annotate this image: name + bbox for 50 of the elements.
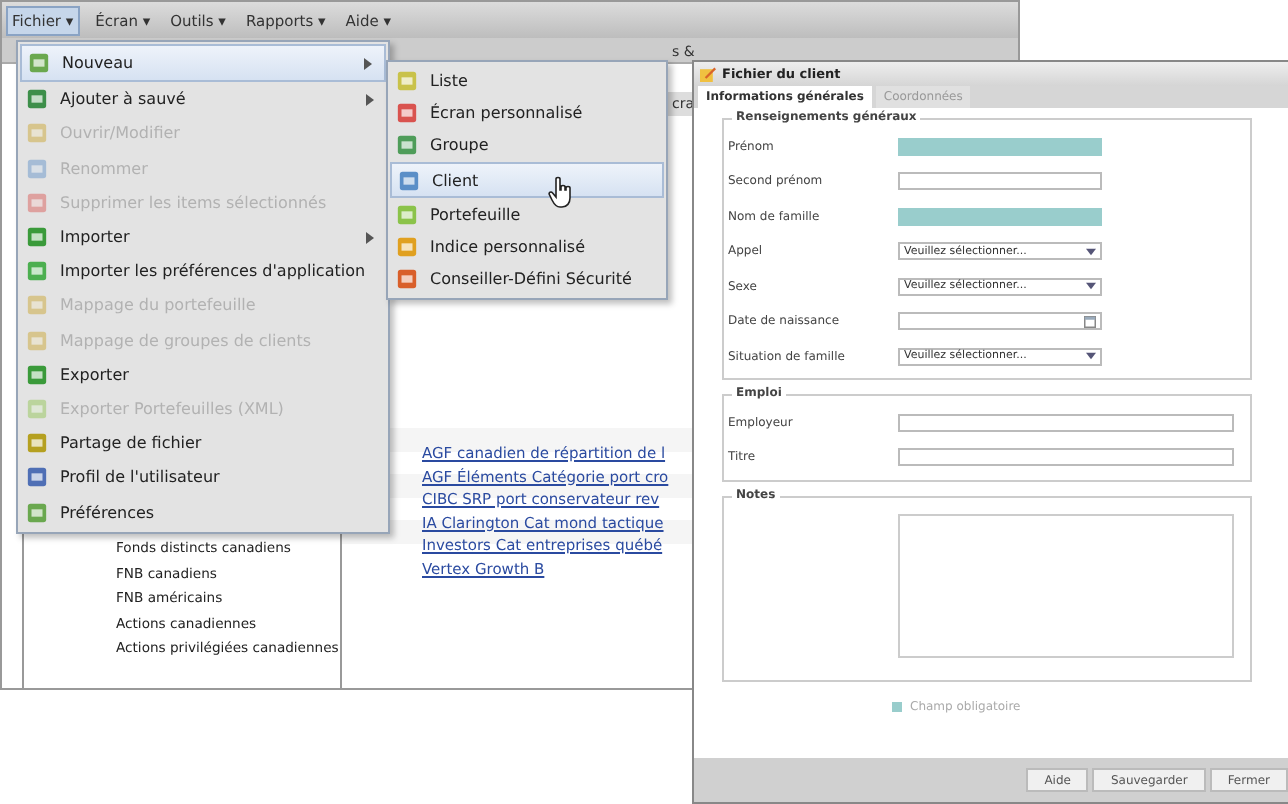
document-icon bbox=[26, 363, 48, 386]
menu-item[interactable]: Client bbox=[390, 161, 664, 199]
document-icon bbox=[26, 157, 48, 180]
caret-icon bbox=[1086, 247, 1096, 255]
menu-item[interactable]: Groupe bbox=[390, 129, 664, 162]
document-icon bbox=[26, 432, 48, 455]
document-icon bbox=[26, 88, 48, 111]
menu-item[interactable]: Liste bbox=[390, 64, 664, 97]
document-icon bbox=[396, 134, 418, 157]
input-field[interactable] bbox=[898, 413, 1234, 431]
document-icon bbox=[398, 169, 420, 192]
menu-item[interactable]: Conseiller-Défini Sécurité bbox=[390, 263, 664, 297]
hand-cursor-icon bbox=[548, 176, 572, 208]
document-icon bbox=[396, 236, 418, 259]
document-icon bbox=[26, 294, 48, 317]
menu-item[interactable]: Importer bbox=[20, 219, 386, 255]
menu-item[interactable]: Préférences bbox=[20, 494, 386, 530]
document-icon bbox=[26, 501, 48, 524]
caret-icon bbox=[1086, 282, 1096, 290]
document-icon bbox=[26, 226, 48, 249]
date-field[interactable] bbox=[898, 312, 1102, 330]
document-icon bbox=[26, 466, 48, 489]
menu-item[interactable]: Indice personnalisé bbox=[390, 230, 664, 264]
menu-item[interactable]: Importer les préférences d'application bbox=[20, 254, 386, 289]
document-icon bbox=[396, 203, 418, 226]
document-icon bbox=[28, 52, 50, 75]
document-icon bbox=[396, 101, 418, 124]
menu-item[interactable]: Nouveau bbox=[20, 44, 386, 83]
menu-item[interactable]: Partage de fichier bbox=[20, 426, 386, 461]
document-icon bbox=[396, 268, 418, 291]
input-field[interactable] bbox=[898, 207, 1102, 225]
notes-textarea[interactable] bbox=[898, 513, 1234, 657]
menu-item[interactable]: Profil de l'utilisateur bbox=[20, 460, 386, 495]
document-icon bbox=[26, 191, 48, 214]
document-icon bbox=[26, 397, 48, 420]
menu-item[interactable]: Exporter bbox=[20, 357, 386, 392]
calendar-icon[interactable] bbox=[1084, 315, 1096, 327]
pencil-icon bbox=[700, 66, 716, 82]
document-icon bbox=[396, 69, 418, 92]
menu-item[interactable]: Écran personnalisé bbox=[390, 96, 664, 130]
menu-item[interactable]: Ajouter à sauvé bbox=[20, 82, 386, 117]
document-icon bbox=[26, 329, 48, 352]
document-icon bbox=[26, 122, 48, 145]
document-icon bbox=[26, 260, 48, 283]
input-field[interactable] bbox=[898, 172, 1102, 190]
required-swatch-icon bbox=[892, 701, 902, 711]
menu-item[interactable]: Portefeuille bbox=[390, 198, 664, 231]
input-field[interactable] bbox=[898, 137, 1102, 155]
caret-icon bbox=[1086, 352, 1096, 360]
input-field[interactable] bbox=[898, 448, 1234, 466]
